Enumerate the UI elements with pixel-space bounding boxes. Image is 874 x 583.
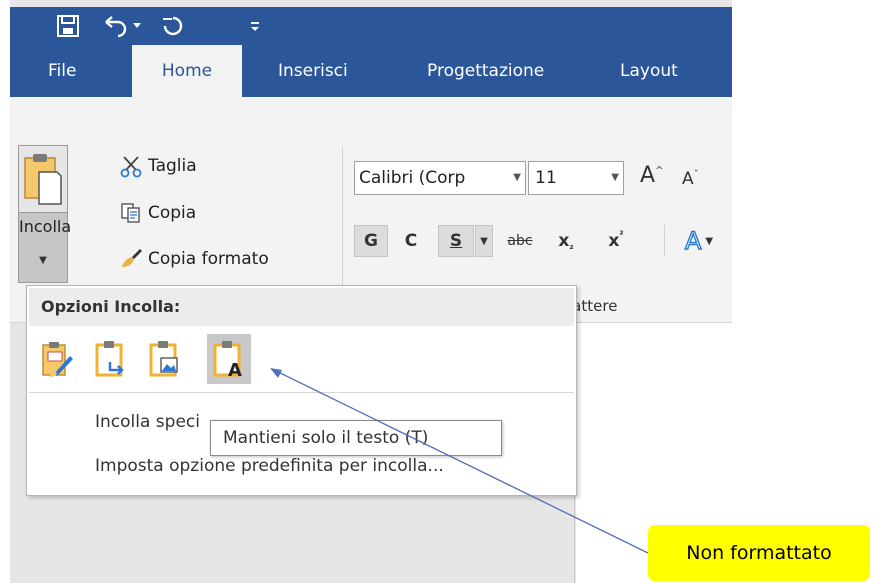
format-painter-button[interactable]: Copia formato <box>118 244 269 274</box>
customize-toolbar-icon[interactable] <box>244 7 266 45</box>
redo-icon[interactable] <box>154 7 192 45</box>
tab-insert[interactable]: Inserisci <box>266 45 360 97</box>
chevron-down-icon: ▼ <box>39 255 47 266</box>
shrink-font-icon[interactable]: Aˇ <box>682 169 699 189</box>
screenshot: File Home Inserisci Progettazione Layout… <box>0 0 874 583</box>
copy-button[interactable]: Copia <box>118 198 196 228</box>
cut-button[interactable]: Taglia <box>118 151 197 181</box>
paste-special-item[interactable]: Incolla speci <box>95 412 200 432</box>
subscript-marker: ₂ <box>569 240 574 252</box>
superscript-marker: ² <box>619 229 624 241</box>
copy-icon <box>118 200 144 226</box>
callout-label: Non formattato <box>648 525 870 581</box>
cut-label: Taglia <box>148 156 197 176</box>
scissors-icon <box>118 153 144 179</box>
font-size-combobox[interactable]: 11 ▼ <box>528 161 624 195</box>
picture-icon[interactable] <box>143 334 187 384</box>
paste-options-header: Opzioni Incolla: <box>29 288 574 326</box>
font-size-value: 11 <box>535 168 557 188</box>
superscript-button[interactable]: x² <box>594 225 638 257</box>
underline-button[interactable]: S <box>438 225 474 257</box>
paste-special-tail: i <box>195 412 200 432</box>
bold-button[interactable]: G <box>354 225 388 257</box>
format-painter-label: Copia formato <box>148 249 269 269</box>
keep-source-formatting-icon[interactable] <box>35 334 79 384</box>
tab-layout[interactable]: Layout <box>608 45 690 97</box>
merge-formatting-icon[interactable] <box>89 334 133 384</box>
chevron-down-icon[interactable]: ▼ <box>611 162 619 194</box>
copy-label: Copia <box>148 203 197 223</box>
font-name-value: Calibri (Corp <box>359 168 466 188</box>
tab-design[interactable]: Progettazione <box>415 45 556 97</box>
italic-button[interactable]: C <box>396 225 426 257</box>
paste-options-menu: Opzioni Incolla: A Incolla speci Imposta… <box>26 285 577 496</box>
paste-label: Incolla <box>19 217 72 236</box>
ribbon-tabs: File Home Inserisci Progettazione Layout <box>10 45 732 97</box>
superscript-label: x <box>608 231 620 251</box>
text-effects-button[interactable]: A ▼ <box>674 225 724 257</box>
keep-text-only-icon[interactable]: A <box>207 334 251 384</box>
font-name-combobox[interactable]: Calibri (Corp ▼ <box>354 161 526 195</box>
menu-divider <box>29 392 574 393</box>
chevron-down-icon: ▼ <box>705 235 714 247</box>
set-default-paste-item[interactable]: Imposta opzione predefinita per incolla.… <box>95 456 444 476</box>
tab-file[interactable]: File <box>36 45 88 97</box>
strikethrough-button[interactable]: abc <box>500 225 540 257</box>
undo-icon[interactable] <box>96 7 148 45</box>
subscript-button[interactable]: x₂ <box>544 225 588 257</box>
paintbrush-icon <box>118 246 144 272</box>
chevron-down-icon[interactable]: ▼ <box>475 225 493 257</box>
svg-text:A: A <box>228 360 242 378</box>
chevron-down-icon[interactable]: ▼ <box>513 162 521 194</box>
clipboard-paste-icon <box>23 152 63 210</box>
tab-home[interactable]: Home <box>132 45 242 97</box>
save-icon[interactable] <box>48 7 88 45</box>
text-effects-icon: A <box>684 226 702 255</box>
subscript-label: x <box>558 231 570 251</box>
paste-dropdown-button[interactable]: Incolla ▼ <box>19 212 72 282</box>
group-divider <box>664 225 665 257</box>
paste-split-button[interactable]: Incolla ▼ <box>18 145 72 283</box>
paste-button[interactable] <box>19 146 67 212</box>
paste-special-label: Incolla spec <box>95 412 196 432</box>
tooltip: Mantieni solo il testo (T) <box>210 420 502 456</box>
grow-font-icon[interactable]: A^ <box>640 163 663 188</box>
group-divider <box>342 147 343 285</box>
quick-access-toolbar <box>10 7 732 45</box>
